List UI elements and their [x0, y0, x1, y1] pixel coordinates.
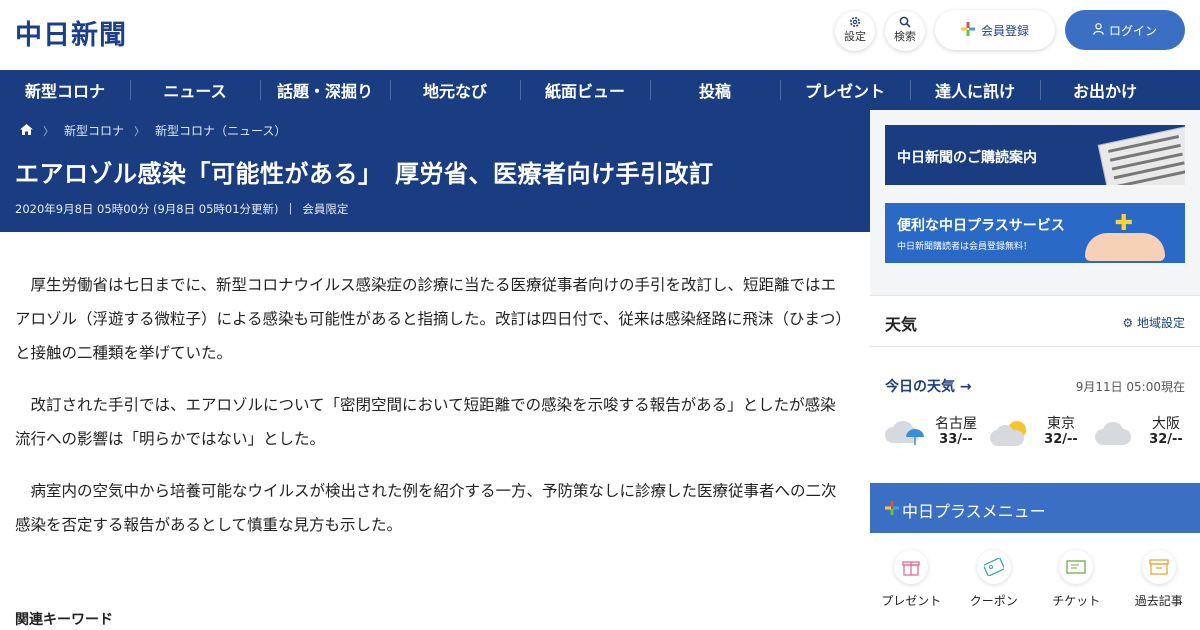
article-paragraph: 改訂された手引では、エアロゾルについて「密閉空間において短距離での感染を示唆する…: [15, 396, 836, 448]
article-headline: エアロゾル感染「可能性がある」 厚労省、医療者向け手引改訂: [15, 160, 714, 188]
breadcrumb-item-corona-news[interactable]: 新型コロナ（ニュース）: [155, 122, 286, 139]
sidebar: 中日新聞のご購読案内 便利な中日プラスサービス 中日新聞購読者は会員登録無料！ …: [870, 110, 1200, 630]
plus-mark-icon: [885, 496, 899, 520]
user-icon: [1093, 22, 1104, 38]
weather-header: 天気 ⚙ 地域設定: [870, 295, 1200, 347]
plus-menu-header: 中日プラスメニュー: [870, 483, 1200, 533]
settings-button[interactable]: 設定: [835, 11, 875, 51]
article-paragraph: 厚生労働省は七日までに、新型コロナウイルス感染症の診療に当たる医療従事者向けの手…: [15, 276, 844, 362]
city-temperature: 32/--: [1044, 432, 1078, 447]
plus-menu-label: 過去記事: [1134, 594, 1183, 608]
ticket-icon: [1059, 550, 1094, 584]
article-paragraph: 病室内の空気中から培養可能なウイルスが検出された例を紹介する一方、予防策なしに診…: [15, 482, 837, 534]
nav-item-topics[interactable]: 話題・深掘り: [260, 70, 390, 110]
region-setting-link[interactable]: ⚙ 地域設定: [1122, 314, 1185, 331]
login-label: ログイン: [1108, 23, 1157, 38]
today-weather-link[interactable]: 今日の天気 →: [885, 376, 972, 396]
breadcrumb-item-corona[interactable]: 新型コロナ: [64, 122, 124, 139]
nav-item-post[interactable]: 投稿: [650, 70, 780, 110]
meta-divider: |: [288, 201, 293, 215]
city-name: 大阪: [1152, 416, 1180, 432]
main-nav: 新型コロナ ニュース 話題・深掘り 地元なび 紙面ビュー 投稿 プレゼント 達人…: [0, 70, 1200, 110]
nav-item-news[interactable]: ニュース: [130, 70, 260, 110]
newspaper-image: [1097, 126, 1185, 185]
gear-icon: ⚙: [1122, 316, 1134, 330]
cloud-icon: [1095, 421, 1137, 447]
subscription-banner-label: 中日新聞のご購読案内: [897, 150, 1037, 166]
nav-item-corona[interactable]: 新型コロナ: [0, 70, 130, 110]
weather-title: 天気: [885, 315, 918, 334]
today-weather-label: 今日の天気: [885, 379, 955, 395]
weather-timestamp: 9月11日 05:00現在: [1075, 380, 1185, 394]
nav-item-experts[interactable]: 達人に訊け: [910, 70, 1040, 110]
plus-menu-item-coupon[interactable]: クーポン: [959, 550, 1029, 630]
settings-label: 設定: [844, 30, 866, 43]
register-button[interactable]: 会員登録: [935, 10, 1055, 50]
nav-item-outing[interactable]: お出かけ: [1040, 70, 1170, 110]
plus-service-title: 便利な中日プラスサービス: [897, 218, 1065, 234]
city-name: 東京: [1047, 416, 1075, 432]
arrow-right-icon: →: [959, 379, 972, 395]
site-header: 中日新聞 設定 検索 会員登録 ログイン: [0, 0, 1200, 70]
gift-icon: [894, 550, 929, 584]
chevron-right-icon: 〉: [134, 124, 146, 138]
search-icon: [885, 16, 925, 30]
archive-box-icon: [1141, 550, 1176, 584]
plus-menu: プレゼント クーポン チケット 過去記事: [870, 533, 1200, 630]
cloud-umbrella-icon: [885, 421, 927, 447]
plus-mark-icon: ✚: [1114, 211, 1133, 236]
site-logo[interactable]: 中日新聞: [15, 13, 127, 52]
article-header: 〉 新型コロナ 〉 新型コロナ（ニュース） エアロゾル感染「可能性がある」 厚労…: [0, 110, 870, 232]
register-label: 会員登録: [980, 23, 1029, 38]
sun-cloud-icon: [990, 421, 1032, 447]
nav-item-local[interactable]: 地元なび: [390, 70, 520, 110]
member-only-badge: 会員限定: [302, 202, 349, 216]
coupon-icon: [976, 550, 1011, 584]
plus-menu-label: プレゼント: [881, 594, 942, 608]
plus-menu-label: クーポン: [969, 594, 1018, 608]
weather-city-tokyo[interactable]: 東京 32/--: [990, 413, 1090, 453]
nav-item-present[interactable]: プレゼント: [780, 70, 910, 110]
chevron-right-icon: 〉: [43, 124, 54, 138]
login-button[interactable]: ログイン: [1065, 10, 1185, 50]
gear-icon: [835, 16, 875, 30]
city-temperature: 32/--: [1149, 432, 1183, 447]
hand-image: [1085, 233, 1165, 261]
city-temperature: 33/--: [939, 432, 973, 447]
article-date: 2020年9月8日 05時00分 (9月8日 05時01分更新): [15, 202, 279, 216]
plus-menu-item-present[interactable]: プレゼント: [876, 550, 946, 630]
search-button[interactable]: 検索: [885, 11, 925, 51]
search-label: 検索: [894, 30, 916, 43]
article-body: 厚生労働省は七日までに、新型コロナウイルス感染症の診療に当たる医療従事者向けの手…: [15, 268, 850, 560]
nav-item-paper-view[interactable]: 紙面ビュー: [520, 70, 650, 110]
chunichi-plus-icon: [960, 21, 975, 39]
weather-city-nagoya[interactable]: 名古屋 33/--: [885, 413, 985, 453]
city-name: 名古屋: [935, 416, 977, 432]
plus-menu-title: 中日プラスメニュー: [902, 502, 1046, 521]
related-keywords-heading: 関連キーワード: [15, 612, 113, 628]
plus-menu-label: チケット: [1052, 594, 1101, 608]
subscription-banner[interactable]: 中日新聞のご購読案内: [885, 125, 1185, 185]
breadcrumb: 〉 新型コロナ 〉 新型コロナ（ニュース）: [20, 122, 286, 139]
plus-service-banner[interactable]: 便利な中日プラスサービス 中日新聞購読者は会員登録無料！ ✚: [885, 203, 1185, 263]
region-setting-label: 地域設定: [1136, 316, 1185, 330]
weather-city-osaka[interactable]: 大阪 32/--: [1095, 413, 1195, 453]
weather-panel: 今日の天気 → 9月11日 05:00現在 名古屋 33/-- 東京 32/--: [870, 347, 1200, 482]
home-icon[interactable]: [20, 123, 33, 138]
plus-menu-item-archive[interactable]: 過去記事: [1124, 550, 1194, 630]
plus-menu-item-ticket[interactable]: チケット: [1041, 550, 1111, 630]
article-meta: 2020年9月8日 05時00分 (9月8日 05時01分更新) | 会員限定: [15, 201, 348, 217]
